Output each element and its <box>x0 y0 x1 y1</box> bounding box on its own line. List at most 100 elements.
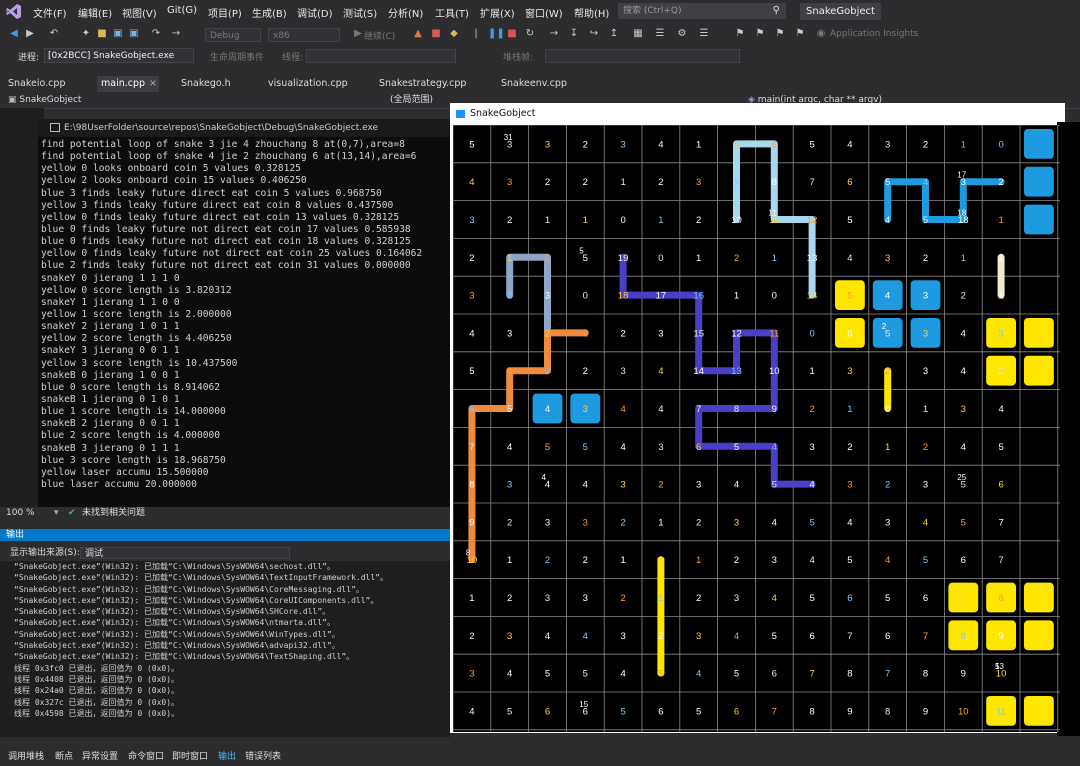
hot-reload-icon[interactable]: ▲ <box>412 28 424 40</box>
tab-output[interactable]: 输出 <box>218 749 236 762</box>
console-line: blue 3 score length is 18.968750 <box>41 454 226 466</box>
bookmark-prev-icon[interactable]: ⚑ <box>754 28 766 40</box>
tab-snakestrategy[interactable]: Snakestrategy.cpp <box>375 76 470 92</box>
cell-number: 2 <box>583 555 588 566</box>
console-line: snakeY 2 jierang 1 0 1 1 <box>41 321 180 333</box>
tab-exception-settings[interactable]: 异常设置 <box>82 749 118 762</box>
comment-icon[interactable]: ☰ <box>698 28 710 40</box>
process-select[interactable]: [0x2BCC] SnakeGobject.exe <box>44 48 194 63</box>
tab-breakpoints[interactable]: 断点 <box>55 749 73 762</box>
pause-icon[interactable]: ❚❚ <box>488 28 505 40</box>
configuration-select[interactable]: Debug <box>205 28 261 42</box>
diagnostics-icon[interactable]: ⚙ <box>676 28 688 40</box>
menu-edit[interactable]: 编辑(E) <box>78 5 112 20</box>
stackframe-select[interactable] <box>545 49 740 63</box>
thread-select[interactable] <box>306 49 456 63</box>
cell-number: 0 <box>620 215 625 226</box>
cell-number: 10 <box>958 706 969 717</box>
threads-icon[interactable]: ☰ <box>654 28 666 40</box>
save-icon[interactable]: ▣ <box>112 28 124 40</box>
open-folder-icon[interactable]: ■ <box>96 28 108 40</box>
menu-project[interactable]: 项目(P) <box>208 5 242 20</box>
restart-icon[interactable]: ↻ <box>524 28 536 40</box>
tab-snakego[interactable]: Snakego.h <box>177 76 235 92</box>
show-next-statement-icon[interactable]: → <box>548 28 560 40</box>
marker-label: 2 <box>882 322 887 331</box>
new-item-icon[interactable]: ✦ <box>80 28 92 40</box>
application-insights-button[interactable]: Application Insights <box>830 29 918 39</box>
attach-icon[interactable]: ■ <box>430 28 442 40</box>
cell-number: 8 <box>469 480 474 491</box>
menu-test[interactable]: 测试(S) <box>343 5 377 20</box>
console-window[interactable]: E:\98UserFolder\source\repos\SnakeGobjec… <box>38 119 451 507</box>
forward-icon[interactable]: ▶ <box>24 28 36 40</box>
step-into-icon[interactable]: ↧ <box>568 28 580 40</box>
cell-number: 6 <box>734 706 739 717</box>
save-all-icon[interactable]: ▣ <box>128 28 140 40</box>
cell-number: 7 <box>961 593 966 604</box>
breakpoint-icon[interactable]: ◆ <box>448 28 460 40</box>
lifecycle-events-button[interactable]: 生命周期事件 <box>210 50 264 63</box>
project-select[interactable]: ▣ SnakeGobject <box>8 94 373 107</box>
stackframe-label: 堆栈帧: <box>503 53 534 63</box>
menu-build[interactable]: 生成(B) <box>252 5 287 20</box>
menu-file[interactable]: 文件(F) <box>33 5 67 20</box>
back-icon[interactable]: ◀ <box>8 28 20 40</box>
chevron-down-icon[interactable]: ▾ <box>54 507 59 520</box>
redo-arrow-icon[interactable]: → <box>170 28 182 40</box>
cell-number: 6 <box>923 593 928 604</box>
output-source-select[interactable]: 调试 <box>80 547 290 559</box>
continue-icon[interactable]: ▶ <box>352 28 364 40</box>
game-title-bar[interactable]: SnakeGobject <box>450 103 1065 125</box>
tab-immediate-window[interactable]: 即时窗口 <box>172 749 208 762</box>
tab-command-window[interactable]: 命令窗口 <box>128 749 164 762</box>
cell-number: 3 <box>885 139 890 150</box>
cell-number: 1 <box>583 328 588 339</box>
cell-number: 17 <box>656 291 667 302</box>
search-icon[interactable]: ⚲ <box>773 3 780 19</box>
console-title-bar[interactable]: E:\98UserFolder\source\repos\SnakeGobjec… <box>38 119 451 137</box>
tab-error-list[interactable]: 错误列表 <box>245 749 281 762</box>
bookmark-clear-icon[interactable]: ⚑ <box>794 28 806 40</box>
tab-snakeenv[interactable]: Snakeenv.cpp <box>497 76 571 92</box>
bookmark-next-icon[interactable]: ⚑ <box>774 28 786 40</box>
bookmark-icon[interactable]: ⚑ <box>734 28 746 40</box>
redo-icon[interactable]: ↷ <box>150 28 162 40</box>
cell-number: 6 <box>772 139 777 150</box>
application-insights-icon[interactable]: ◉ <box>815 28 827 40</box>
cell-number: 3 <box>469 669 474 680</box>
tab-visualization[interactable]: visualization.cpp <box>264 76 352 92</box>
cell-number-layer: 5 3 3 2 3 4 1 7 6 5 4 3 2 1 04 3 2 2 1 2 3 9 8 7 6 5 4 3 23 2 1 1 0 1 2 10 1… <box>467 139 1007 717</box>
marker-label: 25 <box>957 473 966 482</box>
game-board[interactable]: 5 3 3 2 3 4 1 7 6 5 4 3 2 1 04 3 2 2 1 2 3 9 8 7 6 5 4 3 23 2 1 1 0 1 2 10 1… <box>453 125 1060 732</box>
undo-icon[interactable]: ↶ <box>48 28 60 40</box>
tab-snakeio[interactable]: Snakeio.cpp <box>4 76 69 92</box>
cell-number: 4 <box>545 631 550 642</box>
menu-debug[interactable]: 调试(D) <box>297 5 333 20</box>
step-over-icon[interactable]: ↪ <box>588 28 600 40</box>
cell-number: 7 <box>847 631 852 642</box>
menu-tools[interactable]: 工具(T) <box>435 5 469 20</box>
cell-number: 16 <box>693 291 704 302</box>
platform-select[interactable]: x86 <box>268 28 340 42</box>
menu-help[interactable]: 帮助(H) <box>574 5 609 20</box>
output-panel-header[interactable]: 输出 <box>0 529 450 541</box>
menu-view[interactable]: 视图(V) <box>122 5 157 20</box>
continue-button[interactable]: 继续(C) <box>364 29 395 42</box>
stop-icon[interactable]: ■ <box>506 28 518 40</box>
menu-extensions[interactable]: 扩展(X) <box>480 5 515 20</box>
step-out-icon[interactable]: ↥ <box>608 28 620 40</box>
hex-display-icon[interactable]: ▦ <box>632 28 644 40</box>
menu-window[interactable]: 窗口(W) <box>525 5 563 20</box>
cell-number: 5 <box>545 442 550 453</box>
menu-git[interactable]: Git(G) <box>167 5 197 16</box>
tab-call-stack[interactable]: 调用堆栈 <box>8 749 44 762</box>
close-icon[interactable]: × <box>149 78 157 89</box>
tab-main[interactable]: main.cpp × <box>97 76 159 92</box>
zoom-level[interactable]: 100 % <box>6 507 35 520</box>
issues-status[interactable]: 未找到相关问题 <box>82 507 145 520</box>
menu-analyze[interactable]: 分析(N) <box>388 5 423 20</box>
debug-location-bar: 进程: [0x2BCC] SnakeGobject.exe 生命周期事件 线程:… <box>0 46 1080 66</box>
search-input[interactable]: 搜索 (Ctrl+Q) ⚲ <box>618 3 786 19</box>
scope-select[interactable]: (全局范围) <box>390 94 433 107</box>
